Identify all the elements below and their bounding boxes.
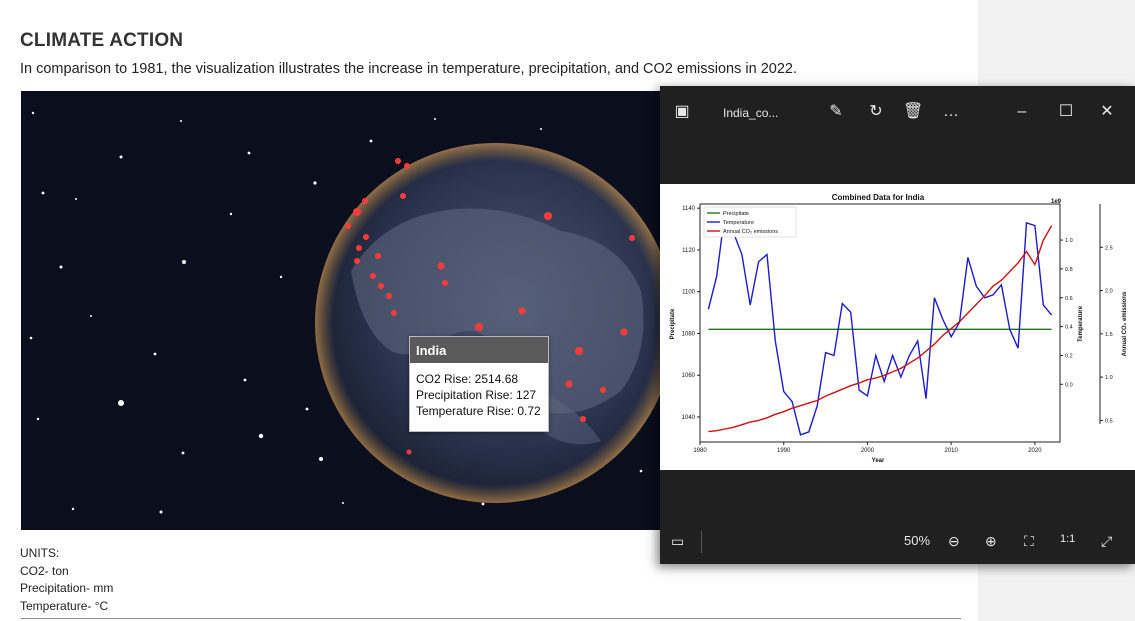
y-tick-label: 1080: [682, 331, 696, 337]
plot-frame: [699, 203, 1061, 443]
units-heading: UNITS:: [20, 546, 60, 560]
chart-title: Combined Data for India: [832, 193, 925, 202]
filmstrip-icon[interactable]: ▭: [671, 533, 684, 550]
y3-tick-label: 0.5: [1105, 418, 1113, 424]
y3-tick-label: 2.0: [1105, 289, 1113, 295]
units-temperature: Temperature- °C: [20, 598, 109, 613]
units-legend: UNITS: CO2- ton Precipitation- mm Temper…: [20, 545, 113, 615]
y3-axis-label: Annual CO₂ emissions: [1122, 291, 1128, 356]
page-title: CLIMATE ACTION: [20, 30, 184, 51]
edit-icon[interactable]: ✎: [826, 102, 846, 122]
y3-tick-label: 1.5: [1105, 332, 1113, 338]
zoom-out-icon[interactable]: ⊖: [948, 533, 960, 550]
close-icon[interactable]: ✕: [1097, 102, 1117, 122]
legend-label: Annual CO₂ emissions: [723, 229, 778, 235]
y2-tick-label: 0.8: [1065, 267, 1073, 273]
tooltip-co2: CO2 Rise: 2514.68: [416, 372, 519, 386]
x-tick-label: 2000: [861, 448, 875, 454]
y3-axis-ticks: 0.5 1.0 1.5 2.0 2.5: [1100, 245, 1113, 424]
globe-visualization[interactable]: India CO2 Rise: 2514.68 Precipitation Ri…: [21, 91, 661, 530]
photo-viewer-window[interactable]: ▣ India_co... ✎ ↻ 🗑 … – ☐ ✕ Combined Dat…: [660, 86, 1135, 564]
image-canvas[interactable]: Combined Data for India 1e9 1980 1990 2000…: [660, 184, 1135, 470]
y3-tick-label: 1.0: [1105, 375, 1113, 381]
y2-axis-ticks: 0.0 0.2 0.4 0.6 0.8 1.0: [1060, 238, 1073, 388]
minimize-icon[interactable]: –: [1012, 102, 1032, 122]
y-axis-ticks: 1040 1060 1080 1100 1120 1140: [682, 206, 700, 421]
y2-tick-label: 1.0: [1065, 238, 1073, 244]
earth-globe[interactable]: [315, 143, 661, 503]
x-axis-label: Year: [872, 458, 885, 464]
country-tooltip: India CO2 Rise: 2514.68 Precipitation Ri…: [409, 336, 549, 432]
legend-label: Temperature: [723, 220, 754, 226]
fullscreen-icon[interactable]: ⤢: [1101, 533, 1112, 550]
viewer-statusbar: ▭ 50% ⊖ ⊕ ⛶ 1:1 ⤢: [660, 520, 1135, 564]
units-co2: CO2- ton: [20, 563, 69, 578]
zoom-level: 50%: [904, 533, 931, 548]
more-icon[interactable]: …: [941, 102, 961, 122]
y-tick-label: 1100: [682, 290, 696, 296]
rotate-icon[interactable]: ↻: [866, 102, 886, 122]
image-app-icon: ▣: [674, 103, 690, 120]
series-line-1: [707, 210, 1053, 436]
actual-size-icon[interactable]: 1:1: [1060, 533, 1075, 545]
tooltip-country: India: [410, 337, 548, 363]
maximize-icon[interactable]: ☐: [1056, 102, 1076, 122]
legend-label: Precipitate: [723, 211, 749, 217]
chart-series: [707, 210, 1053, 436]
chart-legend: Precipitate Temperature Annual CO₂ emissio…: [703, 206, 797, 238]
delete-icon[interactable]: 🗑: [903, 102, 923, 122]
y2-tick-label: 0.0: [1065, 382, 1073, 388]
combined-chart: Combined Data for India 1e9 1980 1990 2000…: [670, 193, 1128, 464]
y2-tick-label: 0.6: [1065, 296, 1073, 302]
zoom-in-icon[interactable]: ⊕: [985, 533, 997, 550]
tooltip-precipitation: Precipitation Rise: 127: [416, 388, 537, 402]
tooltip-temperature: Temperature Rise: 0.72: [416, 404, 541, 418]
page-subtitle: In comparison to 1981, the visualization…: [20, 61, 797, 77]
y-tick-label: 1140: [682, 206, 696, 212]
y-tick-label: 1120: [682, 248, 696, 254]
x-tick-label: 1980: [693, 448, 707, 454]
x-tick-label: 2010: [944, 448, 958, 454]
y2-tick-label: 0.4: [1065, 325, 1073, 331]
statusbar-divider: [701, 531, 702, 553]
globe-canvas[interactable]: [21, 91, 661, 530]
units-precipitation: Precipitation- mm: [20, 581, 114, 595]
x-tick-label: 2020: [1028, 448, 1042, 454]
y2-tick-label: 0.2: [1065, 353, 1073, 359]
divider: [21, 618, 961, 619]
y-tick-label: 1060: [682, 373, 696, 379]
fit-to-window-icon[interactable]: ⛶: [1024, 533, 1034, 550]
x-axis-ticks: 1980 1990 2000 2010 2020: [693, 442, 1042, 454]
viewer-filename: India_co...: [723, 106, 779, 120]
viewer-titlebar[interactable]: ▣ India_co... ✎ ↻ 🗑 … – ☐ ✕: [660, 86, 1135, 138]
y2-axis-label: Temperature: [1078, 305, 1084, 342]
x-tick-label: 1990: [777, 448, 791, 454]
y-axis-label: Precipitate: [670, 308, 676, 339]
y3-tick-label: 2.5: [1105, 245, 1113, 251]
y-tick-label: 1040: [682, 415, 696, 421]
